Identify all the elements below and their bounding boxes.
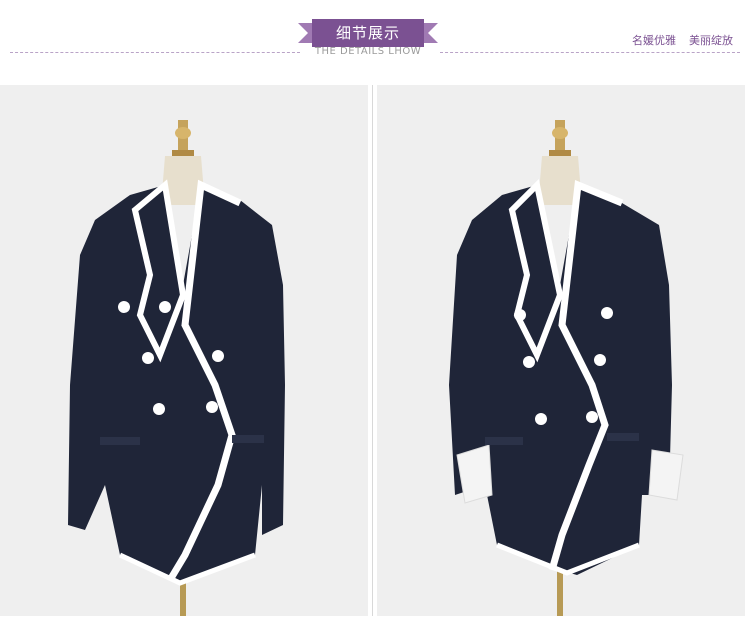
ribbon-tail-right: [422, 23, 438, 43]
pocket-flap-right: [607, 433, 639, 441]
cuff-right: [648, 449, 684, 501]
header-divider-right: [440, 52, 740, 53]
pocket-flap-left: [485, 437, 523, 445]
section-title: 细节展示: [312, 19, 424, 47]
pocket-flap-left: [100, 437, 140, 445]
tagline-bloom: 美丽绽放: [689, 34, 733, 47]
product-photo-right: [377, 85, 745, 616]
product-photo-left: [0, 85, 368, 616]
tagline-elegance: 名媛优雅: [632, 34, 676, 47]
section-subtitle: THE DETAILS LHOW: [314, 46, 422, 57]
detail-header: 细节展示 THE DETAILS LHOW 名媛优雅 美丽绽放: [0, 0, 750, 70]
title-ribbon: 细节展示: [298, 19, 438, 47]
pocket-flap-right: [232, 435, 264, 443]
header-divider-left: [10, 52, 300, 53]
photo-divider: [372, 85, 373, 616]
